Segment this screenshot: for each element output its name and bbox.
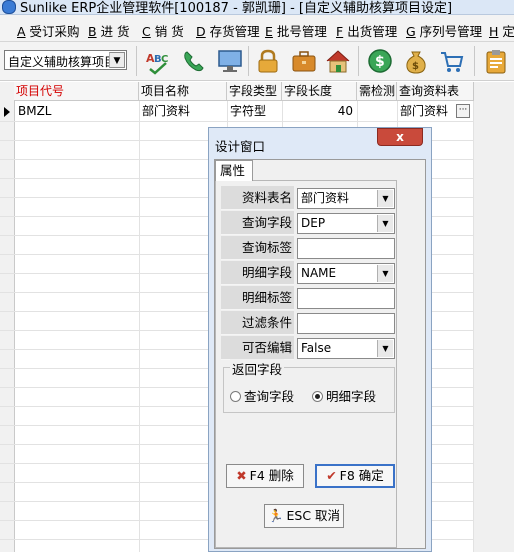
menu-item-purchase[interactable]: B 进 货 <box>88 21 130 40</box>
column-header-table[interactable]: 查询资料表 <box>397 82 474 101</box>
menu-item-shipping[interactable]: F 出货管理 <box>336 21 397 40</box>
menu-item-serial[interactable]: G 序列号管理 <box>406 21 482 40</box>
radio-unchecked-icon[interactable] <box>230 391 241 402</box>
delete-button[interactable]: ✖ F4 删除 <box>226 464 304 488</box>
chevron-down-icon[interactable]: ▼ <box>377 215 393 232</box>
query-label-input[interactable] <box>297 238 395 259</box>
group-title: 返回字段 <box>230 359 285 378</box>
chevron-down-icon[interactable]: ▼ <box>109 52 125 68</box>
briefcase-icon[interactable] <box>290 47 318 75</box>
radio-checked-icon[interactable] <box>312 391 323 402</box>
cancel-button[interactable]: 🏃 ESC 取消 <box>264 504 344 528</box>
svg-text:$: $ <box>412 61 419 72</box>
phone-icon[interactable] <box>180 47 208 75</box>
column-header-name[interactable]: 项目名称 <box>139 82 227 101</box>
return-field-group: 返回字段 查询字段 明细字段 <box>223 359 395 413</box>
prop-label: 查询标签 <box>221 236 294 260</box>
menu-bar: A 受订采购 B 进 货 C 销 货 D 存货管理 E 批号管理 F 出货管理 … <box>0 15 514 42</box>
filter-input[interactable] <box>297 313 395 334</box>
running-man-icon: 🏃 <box>267 508 284 523</box>
svg-text:$: $ <box>375 54 385 70</box>
detail-field-select[interactable]: NAME ▼ <box>297 263 395 284</box>
menu-item-inventory[interactable]: D 存货管理 <box>196 21 260 40</box>
grid-divider <box>139 101 140 552</box>
confirm-button[interactable]: ✔ F8 确定 <box>315 464 395 488</box>
prop-label: 可否编辑 <box>221 336 294 360</box>
current-row-arrow-icon <box>4 107 10 117</box>
cell-name[interactable]: 部门资料 <box>142 102 190 121</box>
cart-icon[interactable] <box>438 47 466 75</box>
column-header-code[interactable]: 项目代号 <box>14 82 139 101</box>
prop-label: 明细标签 <box>221 286 294 310</box>
design-dialog: 设计窗口 x 属性 资料表名 部门资料 ▼ 查询字段 DEP ▼ 查询标签 明细字段… <box>208 127 432 552</box>
toolbar-separator <box>136 46 137 76</box>
prop-label: 资料表名 <box>221 186 294 210</box>
menu-item-sales[interactable]: C 销 货 <box>142 21 184 40</box>
app-icon <box>2 0 16 14</box>
money-bag-icon[interactable]: $ <box>402 47 430 75</box>
radio-label: 明细字段 <box>326 389 377 404</box>
prop-row-query-label: 查询标签 <box>221 236 397 260</box>
prop-row-query-field: 查询字段 DEP ▼ <box>221 211 397 235</box>
cell-type[interactable]: 字符型 <box>230 102 266 121</box>
prop-value: DEP <box>301 216 326 230</box>
toolbar-separator <box>474 46 475 76</box>
radio-label: 查询字段 <box>244 389 295 404</box>
toolbar-separator <box>248 46 249 76</box>
prop-label: 明细字段 <box>221 261 294 285</box>
button-label: F8 确定 <box>339 468 384 483</box>
cell-length[interactable]: 40 <box>282 102 353 121</box>
menu-item-batch[interactable]: E 批号管理 <box>265 21 327 40</box>
column-header-type[interactable]: 字段类型 <box>227 82 282 101</box>
button-label: ESC 取消 <box>286 508 341 523</box>
house-icon[interactable] <box>324 47 352 75</box>
prop-value: NAME <box>301 266 337 280</box>
lock-icon[interactable] <box>254 47 282 75</box>
prop-row-detail-label: 明细标签 <box>221 286 397 310</box>
module-combo-value: 自定义辅助核算项目 <box>8 55 110 69</box>
right-empty-area <box>474 82 514 552</box>
menu-item-custom[interactable]: H 定 <box>489 21 514 40</box>
close-icon[interactable]: x <box>377 128 423 146</box>
prop-row-editable: 可否编辑 False ▼ <box>221 336 397 360</box>
prop-label: 查询字段 <box>221 211 294 235</box>
abc-spell-icon[interactable]: A B C <box>144 47 172 75</box>
dollar-coin-icon[interactable]: $ <box>366 47 394 75</box>
prop-row-detail-field: 明细字段 NAME ▼ <box>221 261 397 285</box>
title-bar: Sunlike ERP企业管理软件[100187 - 郭凯珊] - [自定义辅助… <box>0 0 514 15</box>
radio-detail-field[interactable]: 明细字段 <box>312 386 376 405</box>
prop-row-table-name: 资料表名 部门资料 ▼ <box>221 186 397 210</box>
chevron-down-icon[interactable]: ▼ <box>377 265 393 282</box>
module-combo[interactable]: 自定义辅助核算项目 ▼ <box>4 50 127 70</box>
editable-select[interactable]: False ▼ <box>297 338 395 359</box>
query-field-select[interactable]: DEP ▼ <box>297 213 395 234</box>
column-header-check[interactable]: 需检测 <box>357 82 397 101</box>
delete-x-icon: ✖ <box>236 468 247 483</box>
button-label: F4 删除 <box>249 468 294 483</box>
grid-divider <box>0 121 474 122</box>
menu-item-orders[interactable]: A 受订采购 <box>17 21 80 40</box>
cell-table[interactable]: 部门资料 <box>400 102 448 121</box>
cell-code[interactable]: BMZL <box>18 102 52 121</box>
dialog-title: 设计窗口 <box>215 139 266 154</box>
ellipsis-icon[interactable]: ··· <box>456 104 470 118</box>
window-title: Sunlike ERP企业管理软件[100187 - 郭凯珊] - [自定义辅助… <box>20 1 453 15</box>
detail-label-input[interactable] <box>297 288 395 309</box>
toolbar-separator <box>358 46 359 76</box>
prop-row-filter: 过滤条件 <box>221 311 397 335</box>
prop-value: 部门资料 <box>301 191 350 205</box>
toolbar: 自定义辅助核算项目 ▼ A B C $ $ <box>0 42 514 81</box>
chevron-down-icon[interactable]: ▼ <box>377 340 393 357</box>
radio-query-field[interactable]: 查询字段 <box>230 386 294 405</box>
prop-label: 过滤条件 <box>221 311 294 335</box>
clipboard-icon[interactable] <box>482 47 510 75</box>
column-header-length[interactable]: 字段长度 <box>282 82 357 101</box>
monitor-icon[interactable] <box>216 47 244 75</box>
chevron-down-icon[interactable]: ▼ <box>377 190 393 207</box>
checkmark-icon: ✔ <box>326 468 337 483</box>
tab-properties[interactable]: 属性 <box>215 160 253 181</box>
prop-value: False <box>301 341 332 355</box>
table-name-select[interactable]: 部门资料 ▼ <box>297 188 395 209</box>
